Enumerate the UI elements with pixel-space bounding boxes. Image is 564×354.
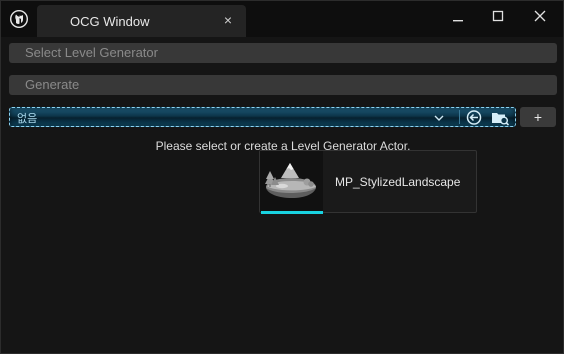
use-selected-arrow-icon[interactable] — [465, 109, 483, 126]
tab-ocg-window[interactable]: OCG Window × — [37, 5, 246, 37]
close-window-button[interactable] — [522, 3, 558, 29]
generate-button[interactable]: Generate — [9, 75, 557, 95]
close-icon — [534, 10, 546, 22]
selector-value: 없음 — [17, 112, 38, 125]
landscape-icon — [265, 163, 316, 198]
selector-divider — [459, 110, 460, 124]
tab-title: OCG Window — [70, 14, 150, 29]
maximize-button[interactable] — [480, 3, 516, 29]
ocg-window: OCG Window × Select Level Generator Gene… — [0, 0, 564, 354]
maximize-icon — [492, 10, 504, 22]
asset-type-color-bar — [261, 211, 323, 214]
asset-name: MP_StylizedLandscape — [335, 175, 461, 189]
asset-thumbnail — [260, 151, 323, 212]
chevron-down-icon[interactable] — [433, 112, 445, 124]
title-bar: OCG Window × — [1, 1, 563, 37]
add-button[interactable]: + — [520, 107, 556, 127]
unreal-engine-logo-icon — [10, 10, 28, 28]
tab-close-icon[interactable]: × — [220, 11, 236, 29]
select-level-generator-field[interactable]: Select Level Generator — [9, 43, 557, 63]
minimize-icon — [453, 20, 463, 22]
asset-tile[interactable]: MP_StylizedLandscape — [259, 150, 477, 214]
browse-folder-icon[interactable] — [490, 109, 510, 126]
minimize-button[interactable] — [440, 3, 476, 29]
level-generator-selector[interactable]: 없음 — [9, 107, 516, 127]
